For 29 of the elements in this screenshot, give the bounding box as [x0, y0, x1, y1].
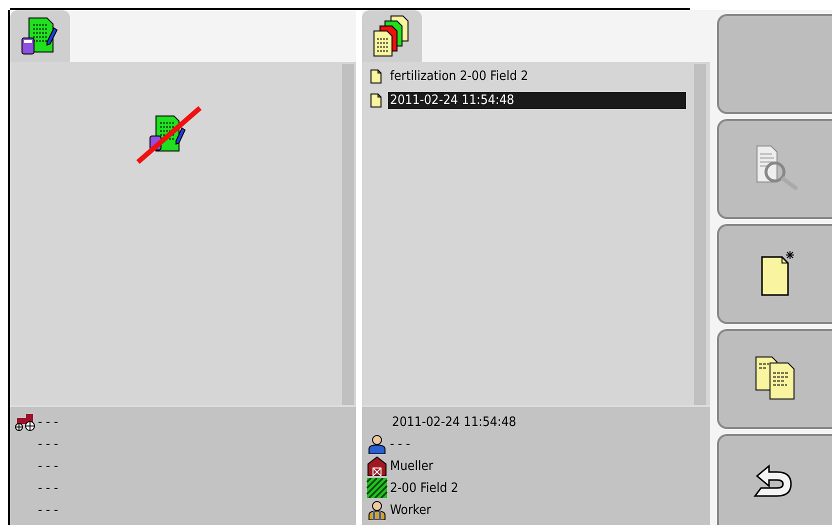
field-icon — [366, 478, 388, 498]
info-text: - - - — [38, 458, 58, 474]
crossed-out-document-icon — [136, 106, 202, 166]
copy-button[interactable] — [717, 329, 832, 429]
person-icon — [366, 500, 388, 520]
tab[interactable] — [362, 10, 422, 62]
info-text: - - - — [38, 502, 58, 518]
tab[interactable] — [10, 10, 70, 62]
barn-icon — [366, 456, 388, 476]
info-text: - - - — [38, 414, 58, 430]
back-button[interactable] — [717, 434, 832, 525]
list-item[interactable]: 2011-02-24 11:54:48 — [388, 92, 686, 108]
info-text: 2-00 Field 2 — [390, 480, 458, 496]
list-item[interactable]: fertilization 2-00 Field 2 — [388, 68, 686, 84]
info-text: Worker — [390, 502, 432, 518]
scrollbar[interactable] — [694, 64, 706, 405]
new-document-button[interactable] — [717, 224, 832, 324]
info-text: Mueller — [390, 458, 434, 474]
info-text: - - - — [38, 436, 58, 452]
info-text: - - - — [38, 480, 58, 496]
info-text: - - - — [390, 436, 410, 452]
view-button[interactable] — [717, 119, 832, 219]
calculator-document-icon — [20, 16, 60, 56]
document-icon — [370, 68, 382, 84]
tractor-icon — [14, 412, 36, 432]
info-text: 2011-02-24 11:54:48 — [392, 414, 516, 430]
document-icon — [370, 92, 382, 108]
person-icon — [366, 434, 388, 454]
scrollbar[interactable] — [342, 64, 354, 405]
